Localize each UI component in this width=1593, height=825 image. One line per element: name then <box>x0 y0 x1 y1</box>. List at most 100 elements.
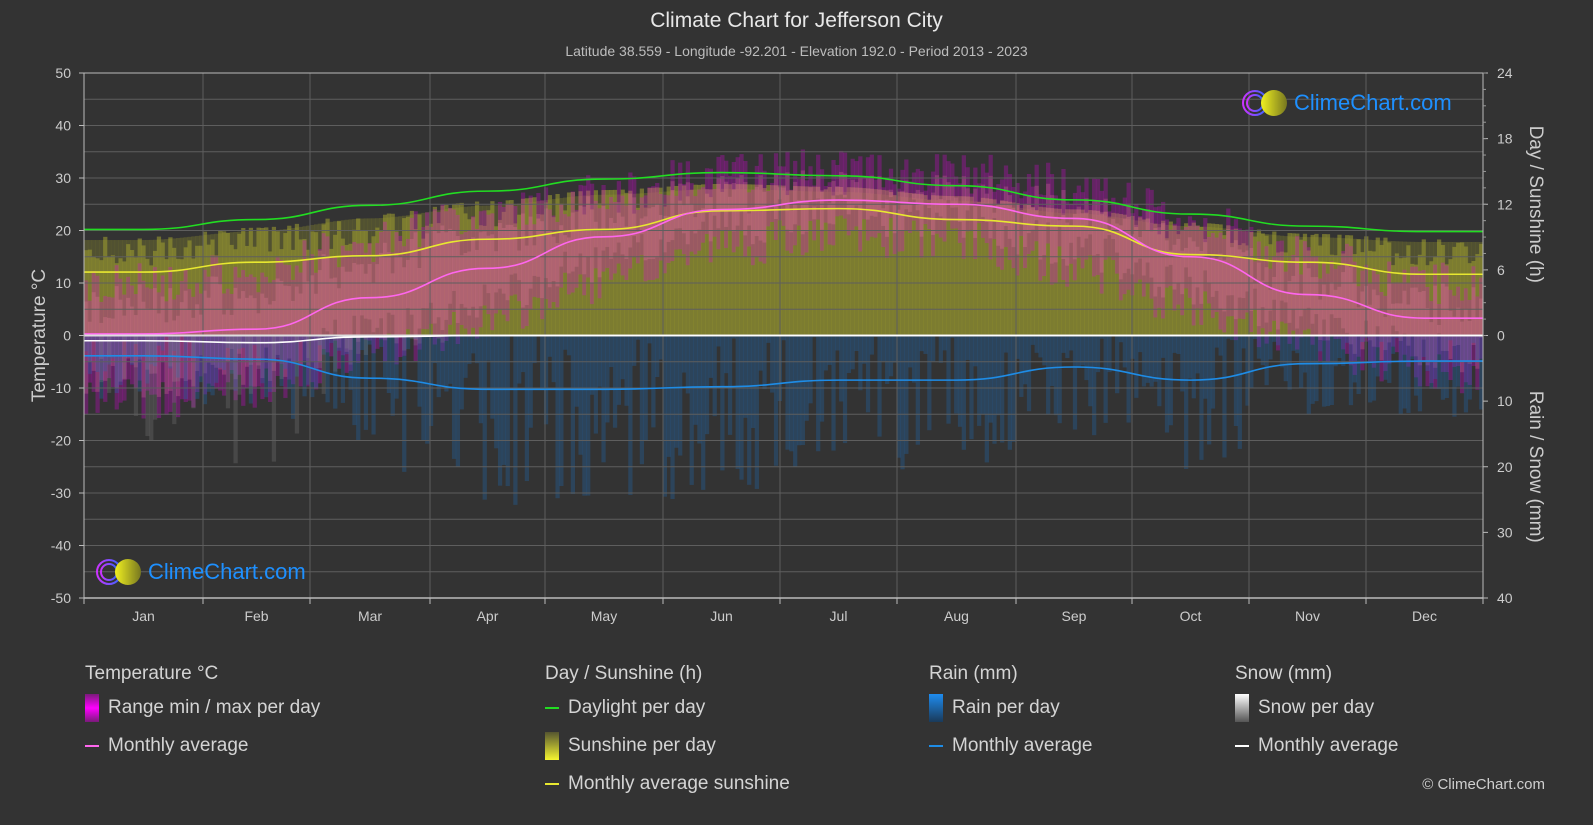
rain-bar <box>1475 335 1480 360</box>
rain-bar <box>547 335 553 357</box>
temp-range-core-bar <box>1333 289 1338 319</box>
rain-bar <box>850 335 855 370</box>
rain-bar <box>218 335 223 368</box>
temp-range-bar <box>862 177 867 220</box>
rain-bar <box>858 335 863 391</box>
rain-bar <box>647 335 652 344</box>
temp-range-core-bar <box>624 226 629 259</box>
temp-range-core-bar <box>873 200 878 217</box>
temp-range-core-bar <box>160 296 165 362</box>
left-tick-label: -20 <box>51 433 71 449</box>
temp-range-core-bar <box>1195 246 1200 288</box>
temp-range-core-bar <box>1230 247 1235 296</box>
temp-range-core-bar <box>735 178 740 226</box>
legend-label: Monthly average sunshine <box>568 773 790 794</box>
temp-range-core-bar <box>1241 252 1246 299</box>
rain-bar <box>141 335 146 357</box>
legend-snow: Snow (mm) Snow per day Monthly average <box>1235 663 1398 765</box>
temp-range-core-bar <box>628 193 633 248</box>
rain-bar <box>1023 335 1028 385</box>
rain-bar <box>84 335 89 352</box>
logo-icon <box>96 559 141 585</box>
temp-range-core-bar <box>789 210 794 233</box>
right-axis-title-bottom: Rain / Snow (mm) <box>1525 391 1546 543</box>
legend-label: Sunshine per day <box>568 735 716 756</box>
rain-bar <box>724 335 729 374</box>
rain-bar <box>474 335 480 364</box>
snow-bar <box>133 335 139 416</box>
rain-bar <box>1279 335 1285 368</box>
rain-bar <box>1460 335 1465 362</box>
rain-bar <box>340 335 346 403</box>
rain-bar <box>800 335 805 446</box>
rain-bar <box>1237 335 1242 449</box>
rain-bar <box>494 335 499 449</box>
rain-bar <box>1352 335 1357 383</box>
temp-range-core-bar <box>490 234 495 310</box>
range-swatch-icon <box>85 694 99 722</box>
temp-range-core-bar <box>513 227 518 274</box>
rain-bar <box>1322 335 1327 407</box>
rain-bar <box>670 335 675 500</box>
rain-bar <box>846 335 851 374</box>
rain-bar <box>835 335 840 351</box>
rain-bar <box>221 335 227 370</box>
legend-title: Rain (mm) <box>929 663 1018 684</box>
temp-range-core-bar <box>540 221 545 299</box>
rain-bar <box>137 335 142 392</box>
rain-bar <box>747 335 752 485</box>
rain-bar <box>605 335 610 423</box>
rain-bar <box>624 335 629 406</box>
rain-bar <box>693 335 698 425</box>
temp-range-core-bar <box>91 292 96 371</box>
right-tick-label: 30 <box>1497 524 1513 540</box>
temp-range-core-bar <box>938 198 943 217</box>
temp-range-core-bar <box>459 255 464 304</box>
temp-range-core-bar <box>727 196 733 210</box>
rain-bar <box>739 335 744 480</box>
temp-range-core-bar <box>413 232 418 341</box>
temp-range-core-bar <box>762 191 767 243</box>
rain-bar <box>1084 335 1089 381</box>
rain-bar <box>697 335 702 444</box>
rain-bar <box>241 335 246 348</box>
rain-bar <box>1467 335 1472 400</box>
temp-range-core-bar <box>643 216 648 261</box>
rain-bar <box>609 335 614 368</box>
rain-bar <box>1180 335 1185 392</box>
legend-title: Snow (mm) <box>1235 663 1333 684</box>
temp-range-core-bar <box>888 189 894 198</box>
temp-range-core-bar <box>808 187 813 200</box>
temp-range-core-bar <box>1149 210 1154 278</box>
temp-range-core-bar <box>927 205 932 209</box>
logo-bottom[interactable]: ClimeChart.com <box>94 557 306 587</box>
rain-bar <box>1260 335 1265 366</box>
temp-range-core-bar <box>827 203 832 224</box>
month-label: Oct <box>1180 608 1202 624</box>
snow-bar <box>122 335 127 379</box>
temp-range-core-bar <box>555 243 560 287</box>
rain-bar <box>390 335 395 416</box>
snow-bar <box>106 335 112 393</box>
rain-bar <box>1207 335 1212 445</box>
logo-top[interactable]: ClimeChart.com <box>1240 88 1452 118</box>
snow-bar <box>175 335 181 382</box>
rain-bar <box>1268 335 1273 360</box>
month-label: Aug <box>944 608 969 624</box>
left-tick-label: -50 <box>51 590 71 606</box>
legend-title: Temperature °C <box>85 663 219 684</box>
temp-range-core-bar <box>1387 282 1392 343</box>
snow-bar <box>225 335 231 409</box>
rain-bar <box>620 335 625 380</box>
rain-bar <box>490 335 495 419</box>
rain-bar <box>1088 335 1093 407</box>
temp-range-core-bar <box>1356 307 1361 336</box>
rain-bar <box>1444 335 1449 398</box>
temp-range-core-bar <box>551 236 556 281</box>
rain-bar <box>869 335 874 355</box>
temp-range-core-bar <box>497 222 503 289</box>
temp-range-core-bar <box>325 257 330 332</box>
temp-range-core-bar <box>405 259 411 309</box>
temp-range-core-bar <box>1042 216 1047 255</box>
rain-bar <box>1072 335 1078 430</box>
